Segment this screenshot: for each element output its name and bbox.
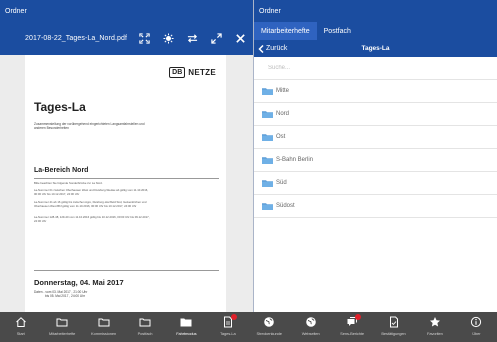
back-button[interactable]: Zurück [254, 44, 288, 53]
pdf-viewer-pane: Ordner 2017-08-22_Tages-La_Nord.pdf DB N… [0, 0, 253, 312]
toolbar-item-start[interactable]: Start [0, 312, 41, 342]
db-netze-logo: DB NETZE [169, 67, 216, 78]
toolbar-item--ber[interactable]: Über [456, 312, 497, 342]
fullscreen-icon[interactable] [210, 32, 223, 46]
folder-row[interactable]: Mitte [254, 80, 497, 103]
left-header: Ordner [0, 0, 253, 22]
toolbar-item-tages-la[interactable]: Tages-La [207, 312, 248, 342]
toolbar-item-fahrtmodus[interactable]: Fahrtmodus [166, 312, 207, 342]
folder-label: Süd [276, 180, 287, 186]
toolbar-item-webseiten[interactable]: Webseiten [290, 312, 331, 342]
folder-label: Nord [276, 111, 290, 117]
folder-icon [262, 180, 273, 187]
netze-logo-text: NETZE [188, 68, 216, 77]
toolbar-item-label: Streckenkunde [256, 331, 282, 336]
date-title: Donnerstag, 04. Mai 2017 [34, 278, 124, 287]
date-to: bis 05. Mai 2017 , 24:00 Uhr [45, 294, 86, 299]
section-divider [34, 178, 219, 179]
section-title: La-Bereich Nord [34, 167, 89, 174]
right-header: Ordner [254, 0, 497, 22]
globe-icon [263, 316, 275, 328]
folder-tabs: Mitarbeiterhefte Postfach [254, 22, 497, 40]
folder-row[interactable]: Süd [254, 172, 497, 195]
notification-badge [230, 314, 237, 320]
check-document-icon [388, 316, 400, 328]
folder-title: Tages-La [361, 45, 390, 52]
swap-icon[interactable] [186, 32, 199, 46]
pdf-page[interactable]: DB NETZE Tages-La Zusammenstellung der v… [25, 55, 226, 312]
left-header-title: Ordner [5, 7, 27, 15]
brightness-icon[interactable] [162, 32, 175, 46]
toolbar-item-label: Fahrtmodus [176, 331, 197, 336]
toolbar-item-label: Favoriten [427, 331, 443, 336]
folder-row[interactable]: Nord [254, 103, 497, 126]
folder-icon [262, 88, 273, 95]
folder-icon [262, 157, 273, 164]
toolbar-item-best-tigungen[interactable]: Bestätigungen [373, 312, 414, 342]
folder-row[interactable]: S-Bahn Berlin [254, 149, 497, 172]
date-divider [34, 270, 219, 271]
date-range: Daten - vom 03. Mai 2017 , 21:00 Uhr bis… [34, 290, 87, 298]
info-icon [470, 316, 482, 328]
toolbar-item-label: Webseiten [301, 331, 320, 336]
toolbar-item-label: Postfach [137, 331, 153, 336]
folder-filled-icon [180, 316, 192, 328]
tab-label: Postfach [323, 27, 351, 35]
folder-navbar: Zurück Tages-La [254, 40, 497, 57]
toolbar-item-favoriten[interactable]: Favoriten [414, 312, 455, 342]
folder-list: Mitte Nord Ost S-Bahn Berlin Süd Südost [254, 80, 497, 218]
right-header-title: Ordner [259, 7, 281, 15]
toolbar-item-postfach[interactable]: Postfach [124, 312, 165, 342]
toolbar-item-mitarbeiterhefte[interactable]: Mitarbeiterhefte [41, 312, 82, 342]
toolbar-item-sens-berichte[interactable]: Sens-Berichte [331, 312, 372, 342]
globe-icon [305, 316, 317, 328]
toolbar-item-label: Bestätigungen [381, 331, 406, 336]
back-label: Zurück [266, 45, 288, 52]
folder-label: Mitte [276, 88, 290, 94]
folder-icon [262, 111, 273, 118]
tab-label: Mitarbeiterhefte [261, 27, 310, 35]
toolbar-item-label: Mitarbeiterhefte [49, 331, 76, 336]
bottom-toolbar: Start Mitarbeiterhefte Kommissionen Postfac… [0, 312, 497, 342]
folder-icon [139, 316, 151, 328]
search-input[interactable] [268, 65, 468, 71]
home-icon [15, 316, 27, 328]
document-paragraph: La-Nummer 01 zwischen Oberhausen West un… [34, 188, 149, 196]
folder-label: Südost [276, 203, 295, 209]
document-title: Tages-La [34, 100, 86, 114]
toolbar-item-label: Kommissionen [91, 331, 117, 336]
notification-badge [355, 314, 362, 320]
document-paragraph: La-Nummer 128-48, 129-40 vom 11.10.2016 … [34, 215, 150, 223]
expand-icon[interactable] [138, 32, 151, 46]
pdf-file-name: 2017-08-22_Tages-La_Nord.pdf [25, 35, 128, 42]
toolbar-item-label: Über [472, 331, 481, 336]
tab-mitarbeiterhefte[interactable]: Mitarbeiterhefte [254, 22, 317, 40]
chevron-left-icon [258, 44, 264, 53]
toolbar-item-label: Tages-La [219, 331, 236, 336]
folder-label: Ost [276, 134, 286, 140]
toolbar-item-kommissionen[interactable]: Kommissionen [83, 312, 124, 342]
folder-icon [262, 134, 273, 141]
document-paragraph: La-Nummer 41 ab 16 gültig bis zwischen A… [34, 200, 147, 208]
folder-icon [98, 316, 110, 328]
folder-icon [56, 316, 68, 328]
close-icon[interactable] [234, 32, 247, 46]
tab-postfach[interactable]: Postfach [317, 22, 358, 40]
folder-icon [262, 203, 273, 210]
toolbar-item-label: Start [16, 331, 25, 336]
document-subtitle: Zusammenstellung der vorübergehend einge… [34, 122, 145, 131]
folder-row[interactable]: Ost [254, 126, 497, 149]
folder-label: S-Bahn Berlin [276, 157, 314, 163]
star-icon [429, 316, 441, 328]
toolbar-item-label: Sens-Berichte [340, 331, 364, 336]
document-paragraph: Bitte beachten Sie folgende Sonderbrücke… [34, 181, 103, 185]
db-logo-mark: DB [169, 67, 186, 78]
folder-browser-pane: Ordner Mitarbeiterhefte Postfach Zurück … [253, 0, 497, 312]
folder-row[interactable]: Südost [254, 195, 497, 218]
pdf-toolbar: 2017-08-22_Tages-La_Nord.pdf [0, 22, 253, 55]
search-bar [254, 57, 497, 80]
toolbar-item-streckenkunde[interactable]: Streckenkunde [249, 312, 290, 342]
